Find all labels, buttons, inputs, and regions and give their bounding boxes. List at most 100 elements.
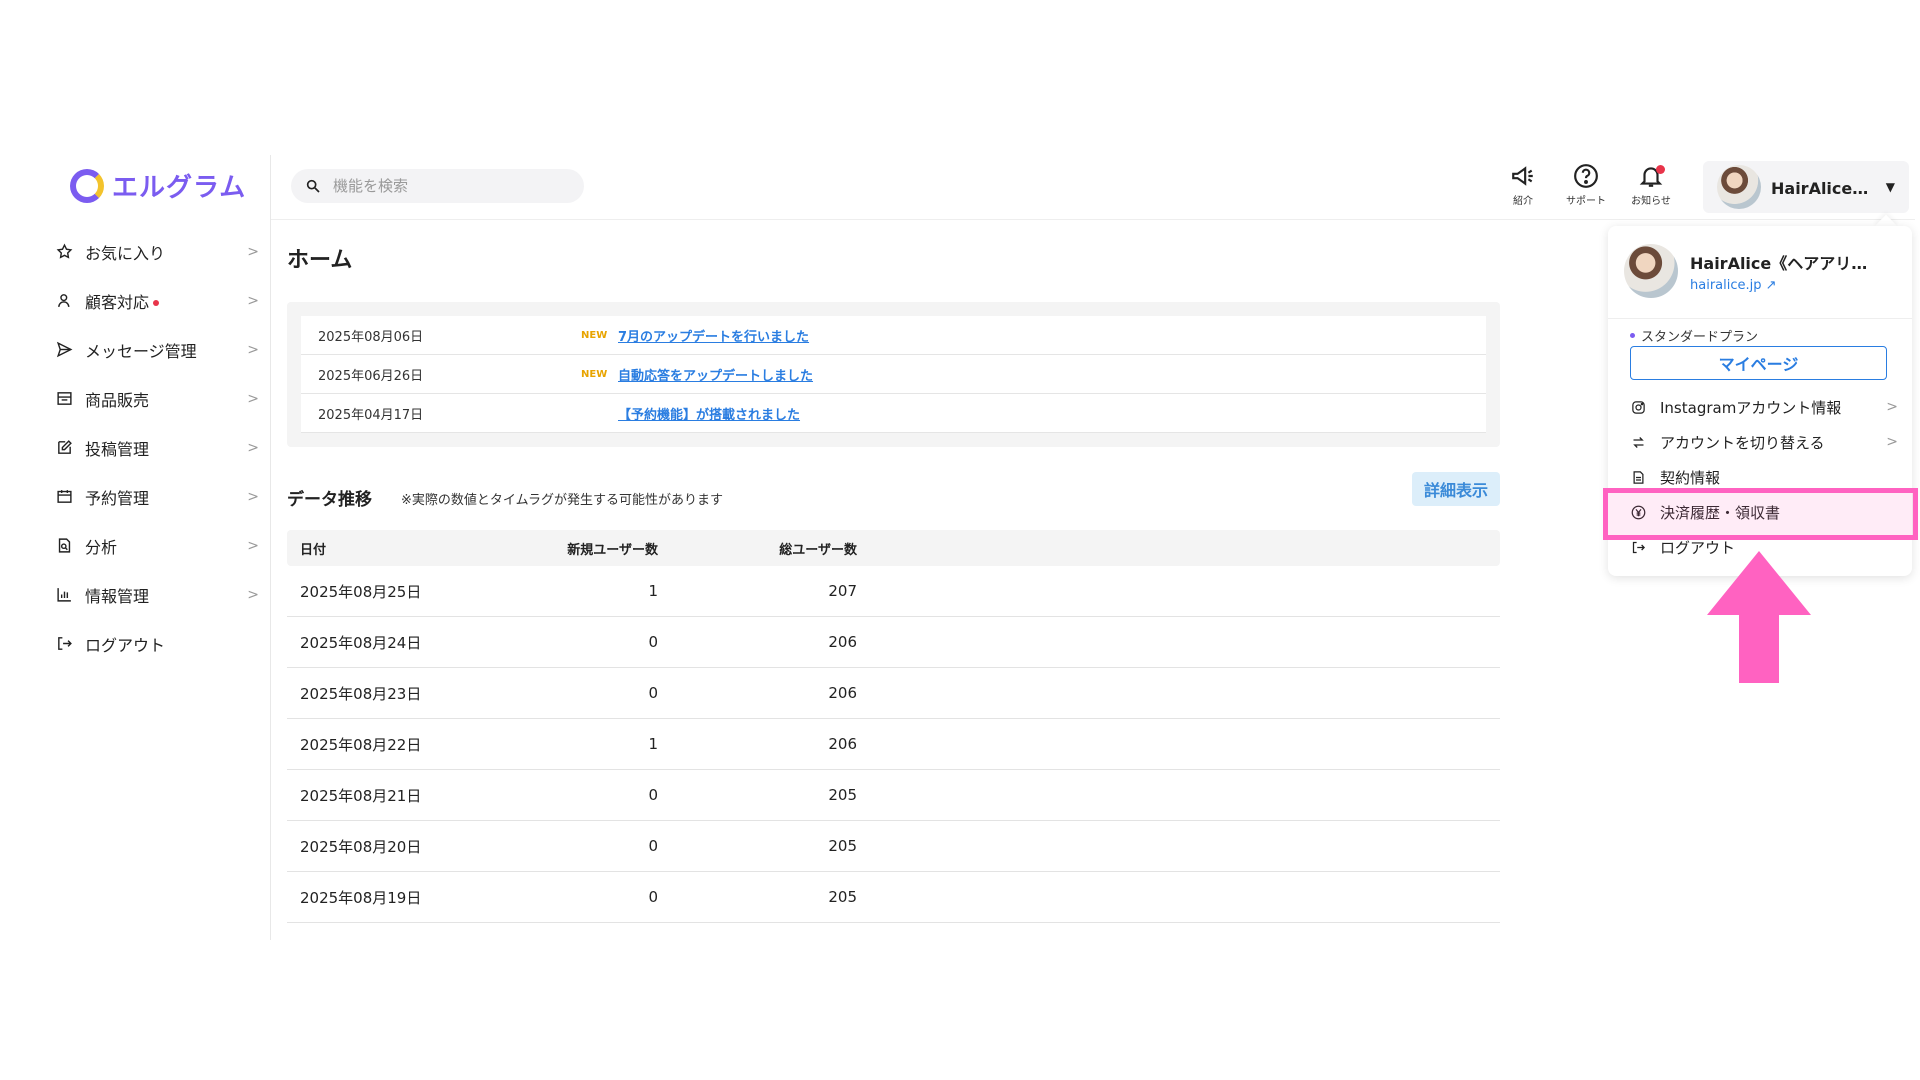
avatar — [1717, 165, 1761, 209]
cell-new-users: 0 — [648, 837, 658, 855]
cell-total-users: 205 — [828, 786, 857, 804]
highlight-box — [1603, 488, 1918, 540]
sidebar-item-reservations[interactable]: 予約管理 > — [45, 472, 271, 521]
detail-button[interactable]: 詳細表示 — [1412, 472, 1500, 506]
annotation-arrow-icon — [1707, 551, 1811, 683]
notice-button[interactable]: お知らせ — [1625, 163, 1677, 209]
news-date: 2025年06月26日 — [318, 368, 424, 384]
intro-button[interactable]: 紹介 — [1497, 163, 1549, 209]
plan-label: スタンダードプラン — [1630, 326, 1758, 345]
notification-dot — [1656, 165, 1665, 174]
search-input[interactable] — [333, 177, 573, 195]
menu-item-instagram-info[interactable]: Instagramアカウント情報 > — [1630, 392, 1898, 422]
caret-down-icon: ▼ — [1885, 180, 1895, 194]
cell-date: 2025年08月22日 — [300, 735, 422, 754]
cell-date: 2025年08月21日 — [300, 786, 422, 805]
sidebar-item-label: メッセージ管理 — [85, 341, 197, 361]
external-link-icon: ↗ — [1765, 277, 1777, 293]
table-header: 日付 新規ユーザー数 総ユーザー数 — [287, 530, 1500, 566]
account-name: HairAlice《ヘアアリス… — [1771, 179, 1878, 198]
news-link[interactable]: 【予約機能】が搭載されました — [618, 404, 800, 423]
cell-total-users: 206 — [828, 735, 857, 753]
sidebar-item-sales[interactable]: 商品販売 > — [45, 374, 271, 423]
sidebar-item-label: 投稿管理 — [85, 439, 150, 459]
chevron-right-icon: > — [247, 292, 259, 309]
sidebar-item-label: 商品販売 — [85, 390, 150, 410]
logo-icon — [70, 168, 104, 203]
menu-item-switch-account[interactable]: アカウントを切り替える > — [1630, 427, 1898, 457]
chevron-right-icon: > — [247, 439, 259, 456]
analysis-icon — [55, 537, 73, 555]
divider — [1608, 318, 1912, 319]
sidebar-item-messages[interactable]: メッセージ管理 > — [45, 325, 271, 374]
person-icon — [55, 292, 73, 310]
logo[interactable]: エルグラム — [70, 167, 246, 204]
sidebar-item-analysis[interactable]: 分析 > — [45, 521, 271, 570]
new-badge: NEW — [581, 329, 608, 341]
top-header: 紹介 サポート お知らせ HairAlice《ヘアアリス… ▼ — [271, 155, 1915, 220]
sidebar-item-info[interactable]: 情報管理 > — [45, 570, 271, 619]
sidebar-item-logout[interactable]: ログアウト — [45, 619, 271, 668]
plan-text: スタンダードプラン — [1641, 330, 1759, 345]
cell-total-users: 207 — [828, 582, 857, 600]
logout-icon — [55, 635, 73, 653]
cell-new-users: 0 — [648, 633, 658, 651]
table-row: 2025年08月24日 0 206 — [287, 617, 1500, 668]
cell-date: 2025年08月20日 — [300, 837, 422, 856]
table-row: 2025年08月19日 0 205 — [287, 872, 1500, 923]
chevron-right-icon: > — [1886, 434, 1898, 450]
sidebar-item-posts[interactable]: 投稿管理 > — [45, 423, 271, 472]
news-date: 2025年04月17日 — [318, 407, 424, 423]
column-header-date: 日付 — [300, 542, 327, 558]
sidebar: エルグラム お気に入り > 顧客対応 > メッセージ管理 > 商品販売 > 投稿… — [45, 155, 271, 940]
news-item: 2025年06月26日 NEW 自動応答をアップデートしました — [301, 355, 1486, 394]
cell-date: 2025年08月24日 — [300, 633, 422, 652]
edit-icon — [55, 439, 73, 457]
new-badge: NEW — [581, 368, 608, 380]
chevron-right-icon: > — [247, 488, 259, 505]
cell-total-users: 205 — [828, 888, 857, 906]
help-icon — [1574, 164, 1598, 188]
data-section-title: データ推移 — [287, 490, 372, 510]
page-title: ホーム — [287, 248, 353, 273]
support-button[interactable]: サポート — [1560, 163, 1612, 209]
avatar — [1624, 244, 1678, 298]
chevron-right-icon: > — [247, 586, 259, 603]
column-header-new-users: 新規ユーザー数 — [567, 542, 658, 558]
menu-item-label: アカウントを切り替える — [1660, 433, 1825, 452]
sidebar-item-customer[interactable]: 顧客対応 > — [45, 276, 271, 325]
news-link[interactable]: 自動応答をアップデートしました — [618, 365, 813, 384]
search-bar[interactable] — [291, 169, 584, 203]
account-menu-button[interactable]: HairAlice《ヘアアリス… ▼ — [1703, 161, 1909, 213]
account-site-link[interactable]: hairalice.jp ↗ — [1690, 278, 1874, 293]
chevron-right-icon: > — [247, 537, 259, 554]
plan-dot-icon — [1630, 333, 1635, 338]
chevron-right-icon: > — [247, 341, 259, 358]
table-row: 2025年08月20日 0 205 — [287, 821, 1500, 872]
menu-item-label: 契約情報 — [1660, 468, 1721, 487]
cell-total-users: 206 — [828, 633, 857, 651]
send-icon — [55, 341, 73, 359]
table-row: 2025年08月21日 0 205 — [287, 770, 1500, 821]
cell-new-users: 0 — [648, 786, 658, 804]
star-icon — [55, 243, 73, 261]
calendar-icon — [55, 488, 73, 506]
notice-label: お知らせ — [1631, 196, 1671, 207]
cell-date: 2025年08月25日 — [300, 582, 422, 601]
megaphone-icon — [1512, 166, 1533, 186]
bar-chart-icon — [55, 586, 73, 604]
cell-new-users: 0 — [648, 684, 658, 702]
news-date: 2025年08月06日 — [318, 329, 424, 345]
sidebar-item-favorites[interactable]: お気に入り > — [45, 227, 271, 276]
chevron-right-icon: > — [1886, 399, 1898, 415]
mypage-button[interactable]: マイページ — [1630, 346, 1887, 380]
dropdown-account-header: HairAlice《ヘアアリス… hairalice.jp ↗ — [1624, 244, 1874, 298]
dropdown-account-name: HairAlice《ヘアアリス… — [1690, 253, 1874, 273]
cell-new-users: 1 — [648, 582, 658, 600]
sidebar-item-label: 情報管理 — [85, 586, 150, 606]
menu-item-label: Instagramアカウント情報 — [1660, 398, 1842, 417]
news-item: 2025年04月17日 【予約機能】が搭載されました — [301, 394, 1486, 433]
document-icon — [1630, 469, 1646, 485]
column-header-total-users: 総ユーザー数 — [779, 542, 857, 558]
news-link[interactable]: 7月のアップデートを行いました — [618, 326, 809, 345]
